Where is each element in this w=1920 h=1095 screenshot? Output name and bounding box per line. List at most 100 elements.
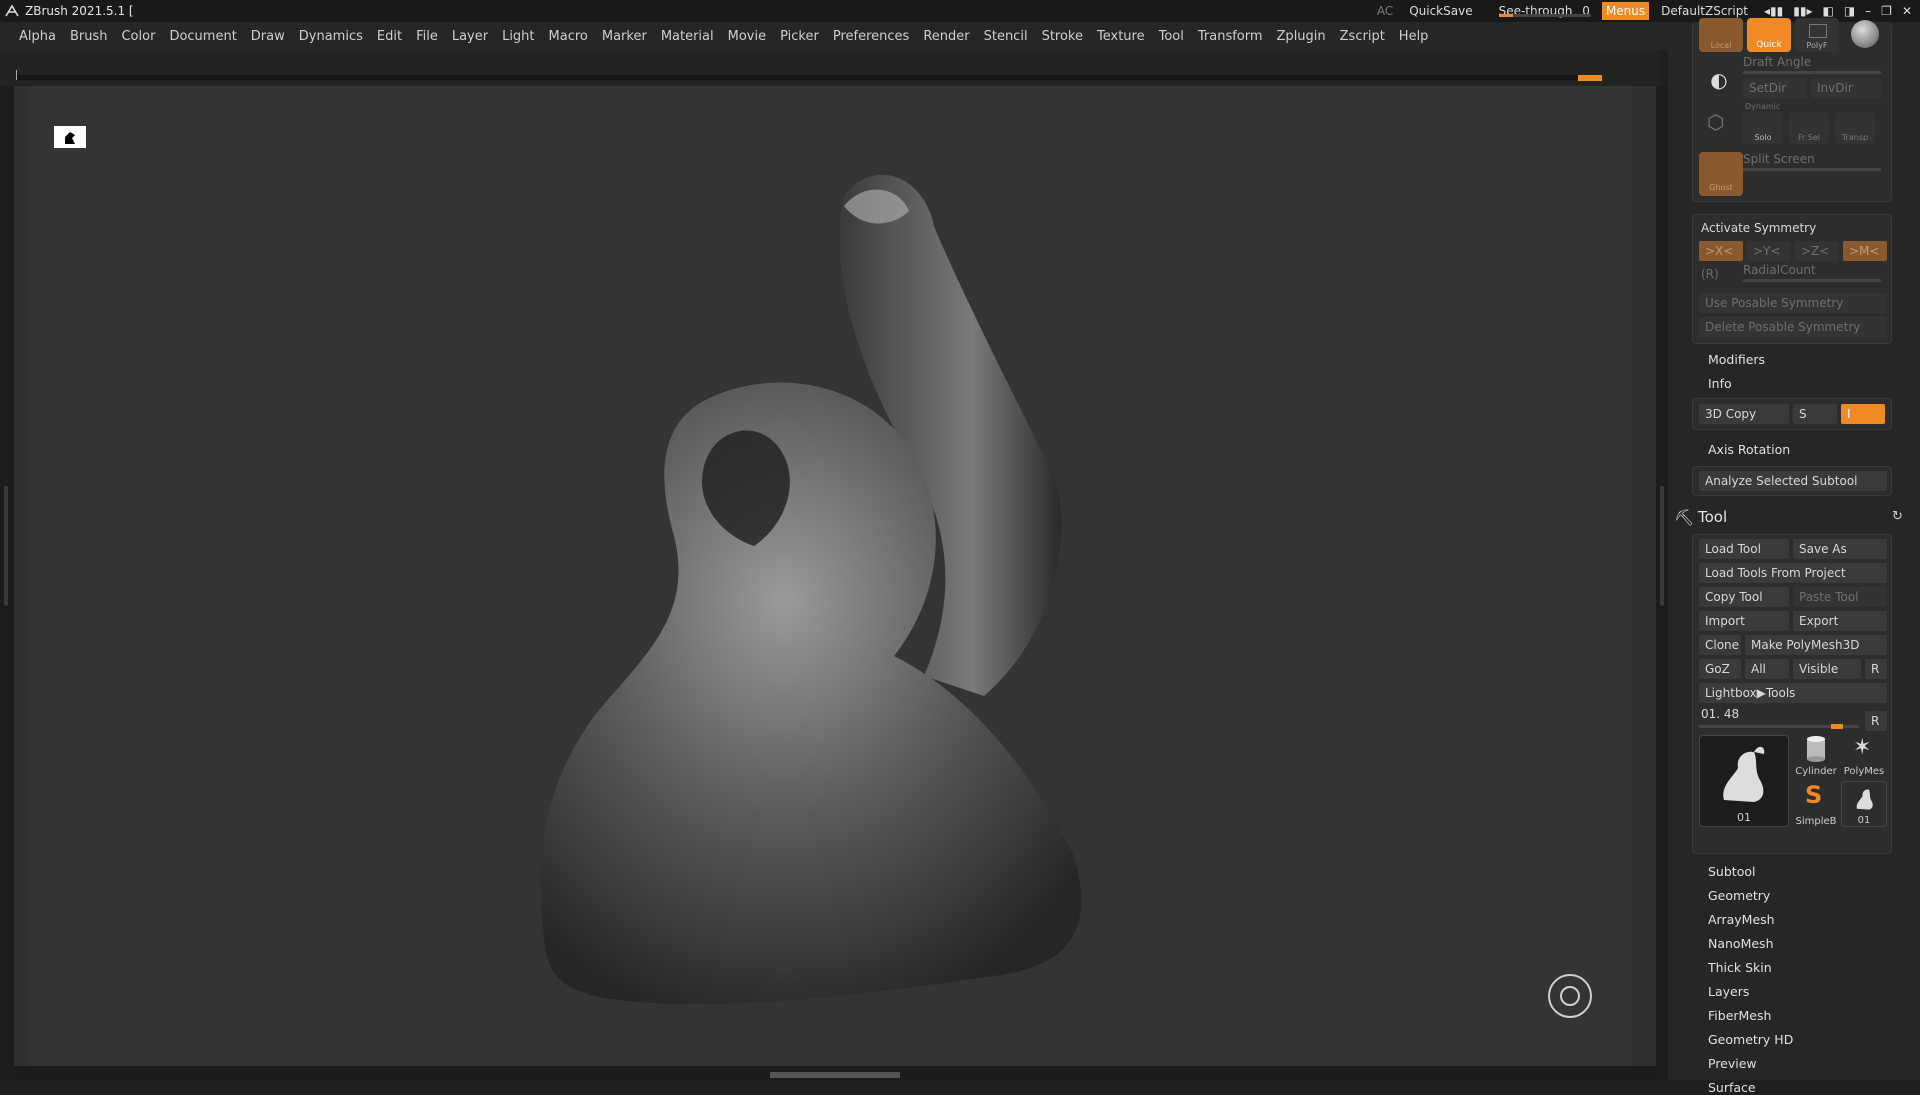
transp-button[interactable]: Transp (1835, 112, 1875, 144)
subpalette-geometry-hd[interactable]: Geometry HD (1708, 1032, 1793, 1047)
sym-z-toggle[interactable]: >Z< (1795, 241, 1839, 261)
info-section[interactable]: Info (1708, 376, 1732, 391)
quick-button[interactable]: Quick (1747, 18, 1791, 52)
restore-icon[interactable]: ❐ (1881, 4, 1892, 18)
subpalette-fibermesh[interactable]: FiberMesh (1708, 1008, 1771, 1023)
subpalette-geometry[interactable]: Geometry (1708, 888, 1770, 903)
copy-tool-button[interactable]: Copy Tool (1699, 587, 1789, 607)
menu-brush[interactable]: Brush (63, 29, 115, 44)
activate-symmetry-label[interactable]: Activate Symmetry (1701, 221, 1816, 235)
clone-button[interactable]: Clone (1699, 635, 1741, 655)
goz-visible-button[interactable]: Visible (1793, 659, 1861, 679)
subpalette-subtool[interactable]: Subtool (1708, 864, 1755, 879)
ac-indicator[interactable]: AC (1369, 4, 1401, 18)
contrast-icon[interactable]: ◐ (1703, 64, 1735, 96)
menu-stroke[interactable]: Stroke (1035, 29, 1090, 44)
left-tray-collapsed[interactable] (0, 86, 14, 1080)
polyf-button[interactable]: PolyF (1795, 18, 1839, 52)
sculpt-model[interactable] (514, 136, 1134, 1056)
menu-document[interactable]: Document (162, 29, 243, 44)
import-button[interactable]: Import (1699, 611, 1789, 631)
paste-tool-button[interactable]: Paste Tool (1793, 587, 1887, 607)
bottom-tray-collapsed[interactable] (14, 1066, 1656, 1080)
menu-zplugin[interactable]: Zplugin (1270, 29, 1333, 44)
make-polymesh3d-button[interactable]: Make PolyMesh3D (1745, 635, 1887, 655)
right-tray-divider[interactable] (1656, 86, 1668, 1080)
menu-picker[interactable]: Picker (773, 29, 826, 44)
polymesh-tool-thumbnail[interactable]: ✶ PolyMes (1841, 735, 1887, 777)
palette-right-icon[interactable]: ◨ (1844, 4, 1855, 18)
left-tray-grip[interactable] (4, 486, 8, 606)
modifiers-section[interactable]: Modifiers (1708, 352, 1765, 367)
current-tool-thumbnail[interactable]: 01 (1699, 735, 1789, 827)
axis-rotation-section[interactable]: Axis Rotation (1708, 442, 1790, 457)
draft-angle-slider[interactable] (1743, 71, 1881, 74)
export-button[interactable]: Export (1793, 611, 1887, 631)
menu-texture[interactable]: Texture (1090, 29, 1152, 44)
setdir-button[interactable]: SetDir (1743, 78, 1807, 98)
default-zscript[interactable]: DefaultZScript (1653, 4, 1756, 18)
minimize-icon[interactable]: – (1865, 4, 1871, 18)
subpalette-arraymesh[interactable]: ArrayMesh (1708, 912, 1775, 927)
solo-button[interactable]: Solo (1743, 112, 1783, 144)
menu-marker[interactable]: Marker (595, 29, 654, 44)
frsel-button[interactable]: Fr Sel (1789, 112, 1829, 144)
perspective-icon[interactable] (54, 126, 86, 148)
menu-stencil[interactable]: Stencil (977, 29, 1035, 44)
menu-help[interactable]: Help (1392, 29, 1436, 44)
subpalette-preview[interactable]: Preview (1708, 1056, 1757, 1071)
goz-all-button[interactable]: All (1745, 659, 1789, 679)
subpalette-thick-skin[interactable]: Thick Skin (1708, 960, 1772, 975)
tool-slider-r-button[interactable]: R (1865, 711, 1887, 731)
menu-transform[interactable]: Transform (1191, 29, 1270, 44)
invdir-button[interactable]: InvDir (1811, 78, 1881, 98)
copy3d-button[interactable]: 3D Copy (1699, 404, 1789, 424)
sym-y-toggle[interactable]: >Y< (1747, 241, 1791, 261)
goz-r-button[interactable]: R (1865, 659, 1887, 679)
cylinder-tool-thumbnail[interactable]: Cylinder (1793, 735, 1839, 777)
menus-toggle[interactable]: Menus (1601, 2, 1650, 20)
close-icon[interactable]: ✕ (1902, 4, 1912, 18)
menu-zscript[interactable]: Zscript (1333, 29, 1392, 44)
menu-material[interactable]: Material (654, 29, 721, 44)
timeline-track[interactable] (16, 75, 1602, 80)
navigation-gyro[interactable] (1548, 974, 1592, 1018)
sym-m-toggle[interactable]: >M< (1843, 241, 1887, 261)
subpalette-nanomesh[interactable]: NanoMesh (1708, 936, 1774, 951)
menu-edit[interactable]: Edit (370, 29, 409, 44)
goz-button[interactable]: GoZ (1699, 659, 1741, 679)
tool-reset-icon[interactable]: ↻ (1892, 509, 1903, 524)
timeline-marker[interactable] (1578, 75, 1602, 81)
menu-layer[interactable]: Layer (445, 29, 495, 44)
ghost-button[interactable]: Ghost (1699, 152, 1743, 196)
menu-preferences[interactable]: Preferences (826, 29, 916, 44)
canvas-viewport[interactable] (14, 86, 1656, 1066)
lightbox-tools-button[interactable]: Lightbox▶Tools (1699, 683, 1887, 703)
menu-color[interactable]: Color (114, 29, 162, 44)
menu-draw[interactable]: Draw (244, 29, 292, 44)
subpalette-surface[interactable]: Surface (1708, 1080, 1756, 1095)
menu-macro[interactable]: Macro (542, 29, 595, 44)
right-tray-grip[interactable] (1660, 486, 1664, 606)
menu-file[interactable]: File (409, 29, 445, 44)
tool-01-thumbnail[interactable]: 01 (1841, 781, 1887, 827)
layout-left-icon[interactable]: ◂▮▮ (1764, 4, 1783, 18)
split-screen-slider[interactable] (1743, 168, 1881, 171)
menu-dynamics[interactable]: Dynamics (292, 29, 370, 44)
load-tools-from-project-button[interactable]: Load Tools From Project (1699, 563, 1887, 583)
simplebrush-tool-thumbnail[interactable]: S SimpleB (1793, 781, 1839, 827)
delete-posable-symmetry-button[interactable]: Delete Posable Symmetry (1699, 317, 1887, 337)
copy3d-i-button[interactable]: I (1841, 404, 1885, 424)
local-button[interactable]: Local (1699, 18, 1743, 52)
palette-left-icon[interactable]: ◧ (1822, 4, 1833, 18)
use-posable-symmetry-button[interactable]: Use Posable Symmetry (1699, 293, 1887, 313)
layout-right-icon[interactable]: ▮▮▸ (1793, 4, 1812, 18)
sym-x-toggle[interactable]: >X< (1699, 241, 1743, 261)
menu-alpha[interactable]: Alpha (12, 29, 63, 44)
radial-count-slider[interactable] (1743, 279, 1881, 282)
menu-render[interactable]: Render (916, 29, 976, 44)
copy3d-s-button[interactable]: S (1793, 404, 1837, 424)
material-sphere-icon[interactable] (1851, 20, 1879, 48)
cube-icon[interactable]: ⬡ (1707, 110, 1731, 134)
save-as-button[interactable]: Save As (1793, 539, 1887, 559)
